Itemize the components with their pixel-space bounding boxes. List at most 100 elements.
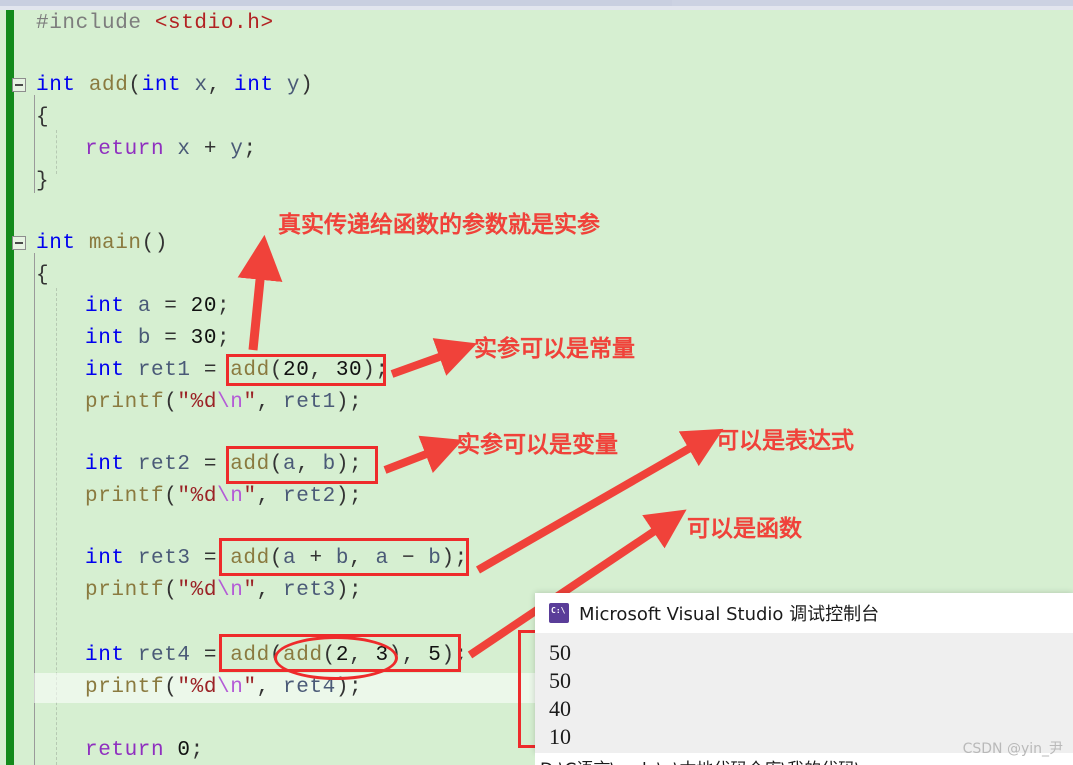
token-esc-3: \n [217, 579, 244, 602]
token-num-30: 30 [190, 327, 218, 350]
screenshot-root: #include <stdio.h> int add(int x, int y)… [0, 0, 1073, 765]
annotation-const-arg: 实参可以是常量 [474, 336, 635, 362]
annotation-variable-arg: 实参可以是变量 [457, 432, 618, 458]
token-arg-30: 30 [335, 359, 363, 382]
token-fmt-1: "%d [177, 391, 218, 414]
code-line-include[interactable]: #include <stdio.h> [36, 13, 274, 34]
token-var-ret2: ret2 [137, 453, 191, 476]
token-var-y2: y [230, 138, 244, 161]
code-line-add-return[interactable]: return x + y; [85, 139, 257, 160]
token-arg-5: 5 [428, 644, 442, 667]
code-line-add-open-brace[interactable]: { [36, 107, 49, 128]
annotation-expression-arg: 可以是表达式 [716, 428, 854, 454]
token-fmt-close-3: " [243, 579, 257, 602]
code-line-printf-ret4[interactable]: printf("%d\n", ret4); [85, 677, 362, 698]
token-kw-return-main: return [85, 739, 165, 762]
token-fn-printf-2: printf [85, 485, 165, 508]
token-arg-a3: a [375, 547, 389, 570]
code-line-add-signature[interactable]: int add(int x, int y) [36, 75, 313, 96]
token-arg-ret3: ret3 [283, 579, 336, 602]
token-arg-20: 20 [283, 359, 310, 382]
token-fmt-close-1: " [243, 391, 257, 414]
code-line-main-open-brace[interactable]: { [36, 265, 49, 286]
token-arg-3: 3 [375, 644, 389, 667]
token-kw-int-b: int [85, 327, 125, 350]
token-kw-int-a: int [85, 295, 125, 318]
token-fn-printf-4: printf [85, 676, 165, 699]
token-esc-2: \n [217, 485, 244, 508]
token-fn-printf-3: printf [85, 579, 165, 602]
token-arg-a2: a [283, 547, 297, 570]
token-kw-int-ret1: int [85, 359, 125, 382]
console-output-line: 50 [549, 668, 571, 693]
token-kw-int-x: int [141, 74, 182, 97]
code-line-main-return[interactable]: return 0; [85, 740, 204, 761]
token-arg-2: 2 [335, 644, 350, 667]
token-kw-int-ret4: int [85, 644, 125, 667]
token-arg-ret4: ret4 [283, 676, 336, 699]
code-line-decl-a[interactable]: int a = 20; [85, 296, 230, 317]
token-include-directive: #include [36, 12, 142, 35]
code-line-printf-ret2[interactable]: printf("%d\n", ret2); [85, 486, 362, 507]
token-fmt-3: "%d [177, 579, 218, 602]
fold-toggle-add-function[interactable] [12, 78, 26, 92]
indent-guide-main [56, 288, 57, 765]
token-kw-return: return [85, 138, 165, 161]
token-fmt-close-2: " [243, 485, 257, 508]
code-line-ret4[interactable]: int ret4 = add(add(2, 3), 5); [85, 645, 468, 666]
token-kw-int-ret2: int [85, 453, 125, 476]
token-arg-b2: b [335, 547, 350, 570]
token-esc-4: \n [217, 676, 244, 699]
code-line-printf-ret3[interactable]: printf("%d\n", ret3); [85, 580, 362, 601]
console-app-icon [549, 603, 569, 623]
code-line-ret1[interactable]: int ret1 = add(20, 30); [85, 360, 389, 381]
token-kw-int-y: int [234, 74, 274, 97]
token-arg-b: b [322, 453, 336, 476]
token-include-header: <stdio.h> [154, 12, 274, 35]
csdn-watermark: CSDN @yin_尹 [962, 741, 1063, 757]
console-output-area[interactable]: 50 50 40 10 [535, 633, 1073, 753]
debug-console-window[interactable]: Microsoft Visual Studio 调试控制台 50 50 40 1… [535, 593, 1073, 753]
token-var-y: y [286, 74, 301, 97]
token-var-b: b [137, 327, 152, 350]
editor-change-bar [6, 10, 14, 765]
token-arg-ret2: ret2 [283, 485, 336, 508]
code-line-decl-b[interactable]: int b = 30; [85, 328, 230, 349]
token-call-add-ret1: add [230, 359, 270, 382]
token-kw-int-main: int [36, 232, 76, 255]
code-line-main-signature[interactable]: int main() [36, 233, 168, 254]
token-call-add-ret2: add [230, 453, 270, 476]
token-arg-b3: b [428, 547, 442, 570]
fold-toggle-main-function[interactable] [12, 236, 26, 250]
token-call-add-inner: add [283, 644, 323, 667]
token-fmt-4: "%d [177, 676, 218, 699]
console-title-text: Microsoft Visual Studio 调试控制台 [579, 604, 880, 625]
token-fn-printf-1: printf [85, 391, 165, 414]
token-arg-a: a [283, 453, 297, 476]
console-title-bar[interactable]: Microsoft Visual Studio 调试控制台 [535, 593, 1073, 633]
code-line-printf-ret1[interactable]: printf("%d\n", ret1); [85, 392, 362, 413]
code-line-ret3[interactable]: int ret3 = add(a + b, a − b); [85, 548, 468, 569]
code-line-add-close-brace[interactable]: } [36, 171, 49, 192]
token-esc-1: \n [217, 391, 244, 414]
scope-guide-main [34, 253, 35, 765]
token-var-x: x [194, 74, 208, 97]
token-var-ret4: ret4 [137, 644, 191, 667]
token-num-20: 20 [190, 295, 218, 318]
token-fn-main: main [88, 232, 142, 255]
token-fmt-close-4: " [243, 676, 257, 699]
token-call-add-outer: add [230, 644, 270, 667]
code-line-ret2[interactable]: int ret2 = add(a, b); [85, 454, 362, 475]
console-output-line: 40 [549, 696, 571, 721]
console-output-line: 10 [549, 724, 571, 749]
token-kw-int: int [36, 74, 76, 97]
token-var-ret3: ret3 [137, 547, 191, 570]
token-var-ret1: ret1 [137, 359, 191, 382]
token-fn-add: add [88, 74, 129, 97]
annotation-real-args: 真实传递给函数的参数就是实参 [278, 212, 600, 238]
token-var-x2: x [177, 138, 191, 161]
token-fmt-2: "%d [177, 485, 218, 508]
scope-guide-add [34, 95, 35, 193]
indent-guide-add [56, 130, 57, 174]
token-arg-ret1: ret1 [283, 391, 336, 414]
